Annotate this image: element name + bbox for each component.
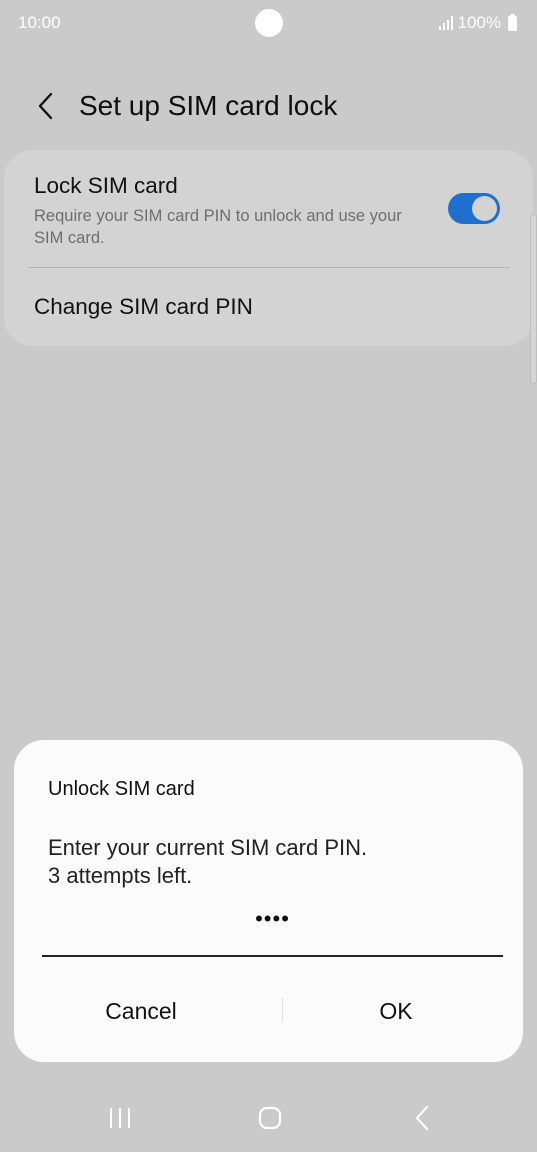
toggle-knob [472, 196, 497, 221]
page-title: Set up SIM card lock [79, 90, 338, 121]
status-indicators: 100% [438, 13, 517, 33]
pin-input[interactable]: •••• [42, 898, 503, 958]
signal-icon [438, 16, 453, 30]
home-icon [258, 1106, 282, 1130]
dialog-message-line1: Enter your current SIM card PIN. [48, 835, 368, 860]
dialog-title: Unlock SIM card [48, 778, 195, 800]
cancel-button[interactable]: Cancel [14, 976, 268, 1046]
lock-sim-card-title: Lock SIM card [34, 173, 178, 198]
app-bar: Set up SIM card lock [0, 80, 537, 132]
unlock-sim-dialog: Unlock SIM card Enter your current SIM c… [14, 740, 523, 1062]
lock-sim-card-row[interactable]: Lock SIM card Require your SIM card PIN … [4, 150, 533, 268]
ok-button[interactable]: OK [269, 976, 523, 1046]
nav-back-button[interactable] [382, 1088, 462, 1148]
navigation-bar [0, 1088, 537, 1148]
dialog-message-line2: 3 attempts left. [48, 863, 193, 888]
lock-sim-card-description: Require your SIM card PIN to unlock and … [34, 207, 402, 247]
home-button[interactable] [230, 1088, 310, 1148]
change-sim-pin-row[interactable]: Change SIM card PIN [4, 268, 533, 346]
chevron-left-icon [38, 92, 53, 120]
battery-icon [508, 13, 517, 31]
front-camera-cutout [255, 9, 283, 37]
settings-card: Lock SIM card Require your SIM card PIN … [4, 150, 533, 346]
scrollbar[interactable] [530, 214, 537, 384]
change-sim-pin-title: Change SIM card PIN [34, 294, 253, 319]
battery-percentage: 100% [457, 13, 501, 32]
recent-apps-button[interactable] [80, 1088, 160, 1148]
status-bar: 10:00 100% [0, 0, 537, 46]
back-icon [415, 1105, 429, 1131]
dialog-buttons: Cancel OK [14, 976, 523, 1046]
recent-apps-icon [110, 1108, 130, 1128]
pin-input-value: •••• [255, 906, 290, 931]
pin-input-underline [42, 955, 503, 957]
back-button[interactable] [26, 84, 66, 128]
dialog-message: Enter your current SIM card PIN. 3 attem… [48, 834, 488, 890]
status-time: 10:00 [18, 13, 61, 32]
lock-sim-card-toggle[interactable] [448, 193, 500, 224]
